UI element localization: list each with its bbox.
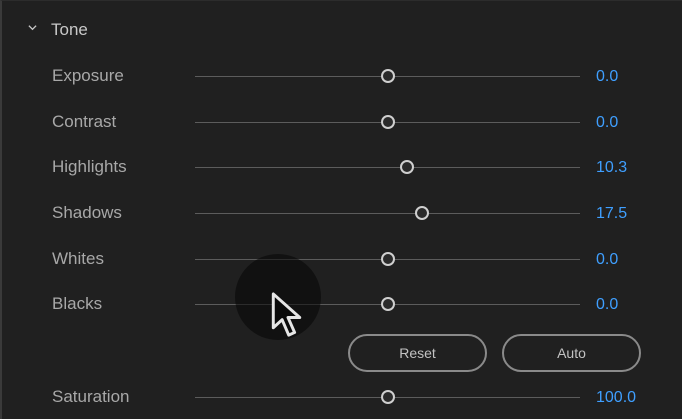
highlights-slider-track[interactable] [195, 167, 580, 168]
tone-panel: Tone Exposure 0.0 Contrast 0.0 Highlight… [0, 0, 682, 419]
mouse-pointer-icon [271, 292, 302, 337]
blacks-slider-thumb[interactable] [380, 297, 395, 311]
saturation-row: Saturation 100.0 [2, 382, 682, 412]
highlights-value[interactable]: 10.3 [596, 152, 627, 182]
shadows-row: Shadows 17.5 [2, 198, 682, 228]
blacks-value[interactable]: 0.0 [596, 289, 618, 319]
saturation-label: Saturation [52, 387, 130, 406]
contrast-row: Contrast 0.0 [2, 107, 682, 137]
exposure-value[interactable]: 0.0 [596, 61, 618, 91]
shadows-slider-thumb[interactable] [415, 206, 430, 220]
highlights-slider-thumb[interactable] [399, 160, 414, 174]
blacks-label: Blacks [52, 294, 103, 313]
chevron-down-icon [28, 24, 37, 30]
shadows-value[interactable]: 17.5 [596, 198, 627, 228]
exposure-slider-thumb[interactable] [380, 69, 395, 83]
whites-row: Whites 0.0 [2, 244, 682, 274]
highlights-row: Highlights 10.3 [2, 152, 682, 182]
saturation-slider-thumb[interactable] [380, 390, 395, 404]
whites-label: Whites [52, 249, 104, 268]
reset-button[interactable]: Reset [348, 334, 487, 372]
tone-section-header[interactable]: Tone [28, 15, 88, 45]
section-title: Tone [51, 20, 88, 39]
blacks-row: Blacks 0.0 [2, 289, 682, 319]
contrast-label: Contrast [52, 112, 117, 131]
auto-button[interactable]: Auto [502, 334, 641, 372]
shadows-label: Shadows [52, 203, 122, 222]
whites-value[interactable]: 0.0 [596, 244, 618, 274]
exposure-label: Exposure [52, 66, 124, 85]
contrast-value[interactable]: 0.0 [596, 107, 618, 137]
highlights-label: Highlights [52, 157, 127, 176]
saturation-value[interactable]: 100.0 [596, 382, 636, 412]
exposure-row: Exposure 0.0 [2, 61, 682, 91]
contrast-slider-thumb[interactable] [380, 115, 395, 129]
whites-slider-thumb[interactable] [380, 252, 395, 266]
shadows-slider-track[interactable] [195, 213, 580, 214]
